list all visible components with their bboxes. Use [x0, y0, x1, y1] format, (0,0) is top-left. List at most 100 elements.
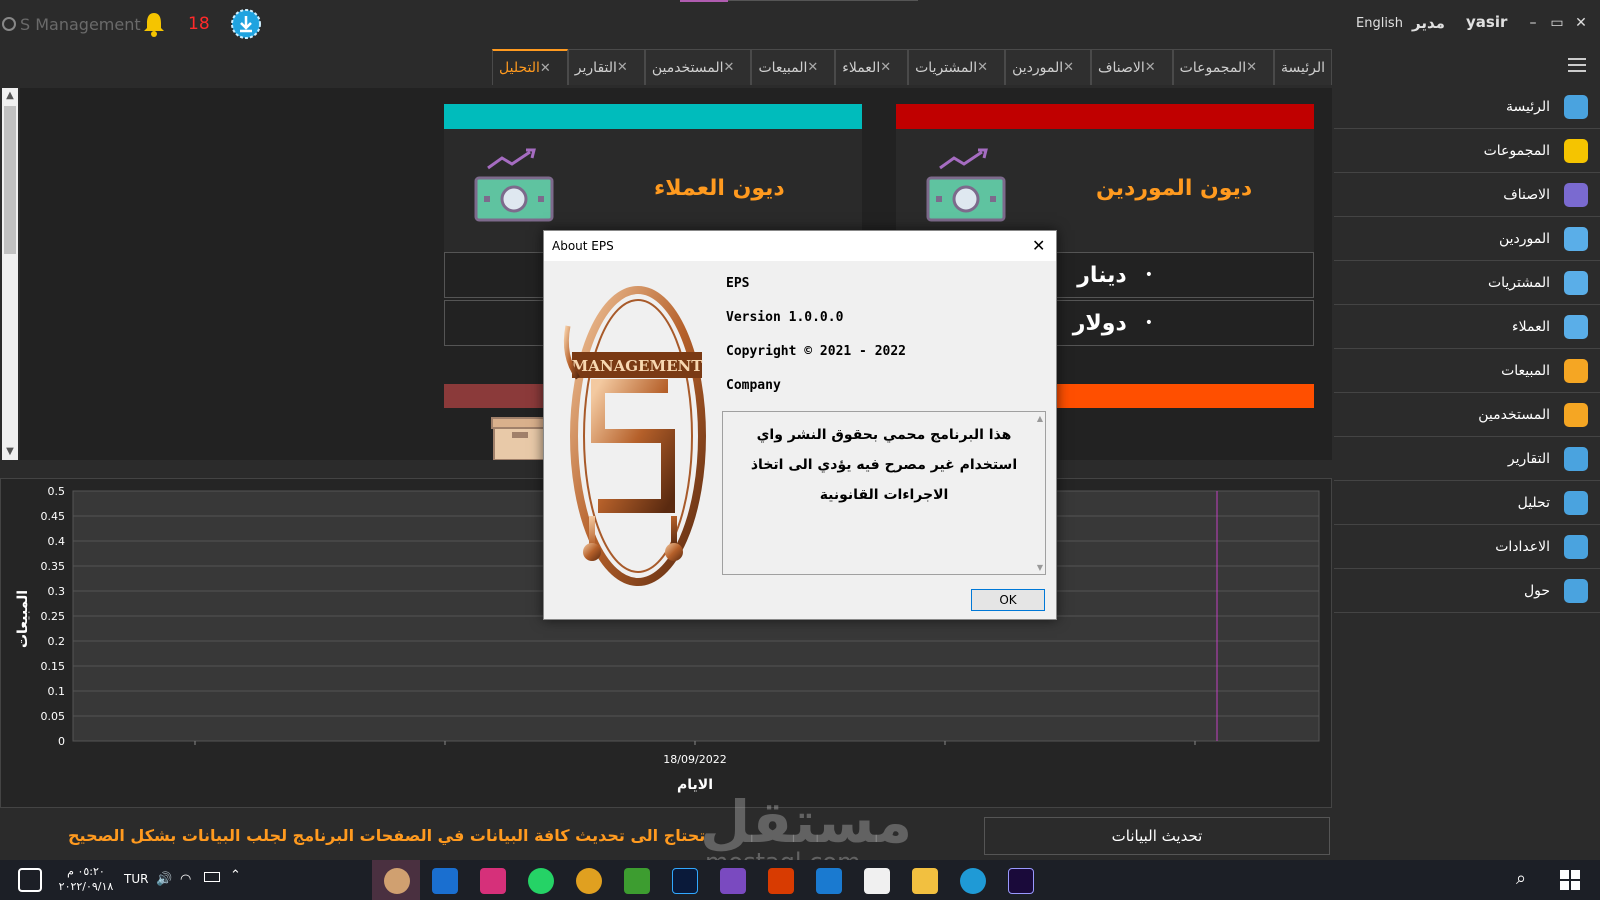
sidebar-item-sales[interactable]: المبيعات	[1334, 350, 1600, 393]
app-explorer-icon[interactable]	[912, 868, 938, 894]
app-eps-icon[interactable]	[384, 868, 410, 894]
tab-purchases[interactable]: المشتريات ✕	[908, 49, 1006, 85]
clock[interactable]: ٠٥:٢٠ م ٢٠٢٢/٠٩/١٨	[58, 864, 114, 894]
volume-icon[interactable]: 🔊	[156, 872, 172, 887]
y-axis-label: المبيعات	[15, 590, 31, 648]
box-icon	[491, 417, 549, 460]
windows-start-icon[interactable]	[1560, 870, 1580, 890]
notifications-icon[interactable]	[18, 868, 42, 892]
app-visualstudio-icon[interactable]	[720, 868, 746, 894]
app-tool-icon[interactable]	[624, 868, 650, 894]
tab-close-icon[interactable]: ✕	[540, 61, 551, 76]
app-photoshop-icon[interactable]	[672, 868, 698, 894]
app-whatsapp-icon[interactable]	[528, 868, 554, 894]
download-icon[interactable]	[230, 8, 262, 40]
tab-groups[interactable]: المجموعات ✕	[1172, 49, 1274, 85]
reports-icon	[1560, 443, 1592, 475]
sidebar-item-label: الرئيسة	[1506, 99, 1550, 115]
maximize-button[interactable]: ▭	[1548, 14, 1566, 32]
y-tick-label: 0.35	[41, 560, 66, 573]
customers-debt-title: ديون العملاء	[654, 176, 785, 201]
tab-label: الاصناف	[1098, 59, 1145, 76]
y-tick-label: 0.25	[41, 610, 66, 623]
wifi-icon[interactable]: ◠	[180, 872, 191, 887]
sidebar-item-groups[interactable]: المجموعات	[1334, 130, 1600, 173]
bullet: •	[1144, 315, 1153, 331]
tab-sales[interactable]: المبيعات ✕	[751, 49, 836, 85]
scroll-up-icon[interactable]: ▲	[1037, 414, 1043, 423]
tab-analysis[interactable]: التحليل ✕	[492, 49, 568, 85]
sidebar-item-label: الاصناف	[1503, 187, 1550, 203]
close-window-button[interactable]: ✕	[1572, 14, 1590, 32]
app-office-icon[interactable]	[768, 868, 794, 894]
hamburger-icon[interactable]	[1568, 58, 1586, 72]
tab-bar: الرئيسة المجموعات ✕ الاصناف ✕ الموردين ✕ ال…	[492, 49, 1332, 85]
scroll-down-icon[interactable]: ▼	[1037, 563, 1043, 572]
refresh-data-button[interactable]: تحديث البيانات	[984, 817, 1330, 855]
tab-home[interactable]: الرئيسة	[1274, 49, 1332, 85]
app-mail-icon[interactable]	[816, 868, 842, 894]
app-premiere-icon[interactable]	[1008, 868, 1034, 894]
tab-close-icon[interactable]: ✕	[1145, 60, 1156, 75]
input-language[interactable]: TUR	[124, 872, 148, 886]
battery-icon[interactable]	[204, 872, 220, 882]
sidebar-item-label: العملاء	[1512, 319, 1550, 335]
tab-close-icon[interactable]: ✕	[1246, 60, 1257, 75]
dialog-title: About EPS	[552, 239, 614, 253]
app-media-icon[interactable]	[432, 868, 458, 894]
refresh-hint: تحتاج الى تحديث كافة البيانات في الصفحات…	[68, 826, 706, 845]
x-tick-label: 18/09/2022	[663, 753, 726, 766]
sidebar-item-analysis[interactable]: تحليل	[1334, 482, 1600, 525]
tab-users[interactable]: المستخدمين ✕	[644, 49, 752, 85]
app-chrome-icon[interactable]	[576, 868, 602, 894]
minimize-button[interactable]: –	[1524, 14, 1542, 32]
tab-close-icon[interactable]: ✕	[724, 60, 735, 75]
tab-close-icon[interactable]: ✕	[1063, 60, 1074, 75]
sidebar-item-users[interactable]: المستخدمين	[1334, 394, 1600, 437]
tab-close-icon[interactable]: ✕	[807, 60, 818, 75]
tab-reports[interactable]: التقارير ✕	[567, 49, 645, 85]
language-switch[interactable]: English	[1356, 16, 1403, 31]
app-edge-icon[interactable]	[960, 868, 986, 894]
sidebar-item-reports[interactable]: التقارير	[1334, 438, 1600, 481]
about-dialog: About EPS ✕ MANAGEMENT EPS Version 1.0.0…	[543, 230, 1057, 620]
search-icon[interactable]: ⌕	[1516, 868, 1526, 889]
ok-button[interactable]: OK	[971, 589, 1045, 611]
tab-label: الرئيسة	[1281, 59, 1325, 76]
tab-label: التحليل	[499, 60, 540, 76]
tab-categories[interactable]: الاصناف ✕	[1091, 49, 1173, 85]
dialog-version: Version 1.0.0.0	[726, 310, 844, 325]
sidebar-item-help[interactable]: حول	[1334, 570, 1600, 613]
analysis-icon	[1560, 487, 1592, 519]
tab-suppliers[interactable]: الموردين ✕	[1005, 49, 1091, 85]
sidebar-item-customers[interactable]: العملاء	[1334, 306, 1600, 349]
app-store-icon[interactable]	[864, 868, 890, 894]
tray-chevron-icon[interactable]: ⌃	[230, 868, 241, 883]
tab-label: المبيعات	[758, 59, 808, 76]
sidebar-item-gear[interactable]: الاعدادات	[1334, 526, 1600, 569]
suppliers-card-bar	[896, 104, 1314, 129]
scroll-up-icon[interactable]: ▲	[2, 88, 18, 104]
currency-dollar: دولار	[1072, 310, 1127, 336]
tab-close-icon[interactable]: ✕	[880, 60, 891, 75]
app-instagram-icon[interactable]	[480, 868, 506, 894]
sidebar-item-cart[interactable]: المشتريات	[1334, 262, 1600, 305]
dialog-description-box[interactable]: هذا البرنامج محمي بحقوق النشر واي استخدا…	[722, 411, 1046, 575]
dialog-description: هذا البرنامج محمي بحقوق النشر واي استخدا…	[750, 427, 1018, 503]
sidebar-item-categories[interactable]: الاصناف	[1334, 174, 1600, 217]
suppliers-debt-title: ديون الموردين	[1096, 176, 1253, 201]
app-title: S Management	[20, 15, 141, 34]
scroll-thumb[interactable]	[4, 106, 16, 254]
tab-close-icon[interactable]: ✕	[977, 60, 988, 75]
customers-card-bar	[444, 104, 862, 129]
bell-icon[interactable]	[140, 10, 168, 38]
sidebar-item-suppliers[interactable]: الموردين	[1334, 218, 1600, 261]
tab-close-icon[interactable]: ✕	[617, 60, 628, 75]
tab-label: المشتريات	[915, 59, 978, 76]
dialog-close-icon[interactable]: ✕	[1032, 236, 1045, 255]
sidebar-item-home[interactable]: الرئيسة	[1334, 86, 1600, 129]
tab-customers[interactable]: العملاء ✕	[835, 49, 909, 85]
watermark: مستقل	[700, 788, 913, 856]
scroll-down-icon[interactable]: ▼	[2, 444, 18, 460]
top-accent	[680, 0, 728, 2]
